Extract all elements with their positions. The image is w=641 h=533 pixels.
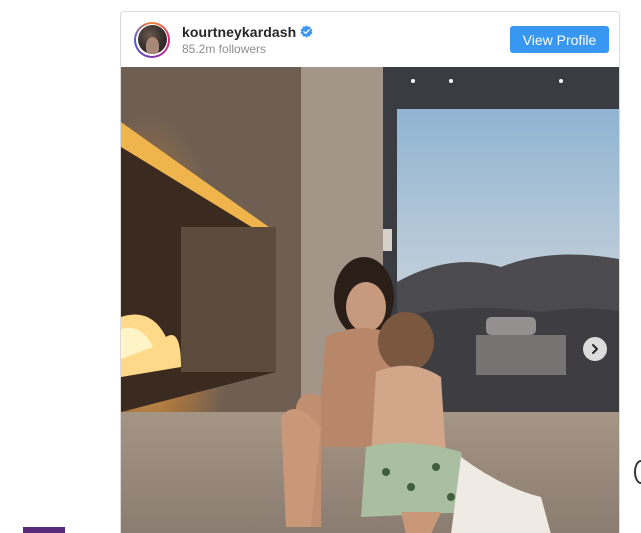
post-photo-illustration bbox=[121, 67, 619, 533]
profile-avatar[interactable] bbox=[134, 21, 170, 58]
view-profile-button[interactable]: View Profile bbox=[510, 26, 609, 53]
username-link[interactable]: kourtneykardash bbox=[182, 24, 296, 40]
avatar-image bbox=[137, 25, 167, 54]
followers-count: 85.2m followers bbox=[182, 41, 267, 56]
page-edge-shape bbox=[634, 460, 641, 484]
page: kourtneykardash 85.2m followers View Pro… bbox=[0, 0, 641, 533]
verified-badge-icon bbox=[300, 25, 313, 38]
user-meta: kourtneykardash 85.2m followers bbox=[182, 24, 313, 56]
chevron-right-icon bbox=[592, 344, 598, 354]
page-edge-block bbox=[23, 527, 65, 533]
post-image[interactable] bbox=[121, 67, 619, 533]
instagram-embed-card: kourtneykardash 85.2m followers View Pro… bbox=[120, 11, 620, 533]
embed-header: kourtneykardash 85.2m followers View Pro… bbox=[121, 12, 619, 67]
carousel-next-button[interactable] bbox=[583, 337, 607, 361]
